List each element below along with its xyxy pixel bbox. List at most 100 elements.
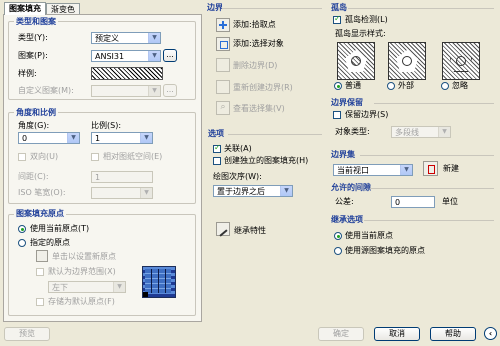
default-extent-label: 默认为边界范围(X)	[48, 267, 116, 276]
separate-hatches-label: 创建独立的图案填充(H)	[224, 156, 309, 165]
extent-position-value: 左下	[52, 283, 68, 292]
cancel-button[interactable]: 取消	[374, 327, 420, 341]
remove-boundaries-icon[interactable]	[216, 58, 230, 72]
boundary-divider	[222, 8, 322, 9]
scale-label: 比例(S):	[91, 121, 122, 130]
recreate-boundary-icon[interactable]	[216, 80, 230, 94]
new-boundary-set-label[interactable]: 新建	[443, 164, 459, 174]
angle-label: 角度(G):	[18, 121, 50, 130]
origin-preview-icon	[142, 266, 176, 298]
island-outer-radio[interactable]	[387, 82, 395, 90]
chevron-down-icon: ▼	[113, 282, 125, 292]
boundary-set-select[interactable]: 当前视口 ▼	[333, 164, 413, 176]
object-type-select[interactable]: 多段线 ▼	[391, 126, 451, 138]
pattern-label: 图案(P):	[18, 51, 48, 60]
draw-order-label: 绘图次序(W):	[213, 172, 262, 181]
boundary-title: 边界	[207, 3, 223, 12]
view-selections-icon[interactable]: ⌕	[216, 101, 230, 115]
separate-hatches-checkbox[interactable]	[213, 157, 221, 165]
specified-origin-radio[interactable]	[18, 239, 26, 247]
custom-pattern-select[interactable]: ▼	[91, 85, 161, 97]
chevron-down-icon: ▼	[67, 133, 79, 143]
island-outer-preview	[388, 42, 426, 80]
pattern-swatch[interactable]	[91, 67, 163, 80]
type-value: 预定义	[95, 34, 119, 43]
custom-browse-button[interactable]: ...	[163, 84, 177, 97]
origin-title: 图案填充原点	[14, 209, 66, 219]
extent-position-select[interactable]: 左下 ▼	[48, 281, 126, 293]
island-ignore-label: 忽略	[452, 81, 468, 90]
tolerance-label: 公差:	[335, 197, 354, 206]
collapse-icon[interactable]: ‹	[484, 327, 497, 340]
inherit-properties-icon[interactable]	[216, 222, 230, 237]
angle-scale-title: 角度和比例	[14, 108, 58, 118]
iso-pen-select[interactable]: ▼	[91, 187, 153, 199]
options-divider	[228, 134, 322, 135]
inherit-current-origin-radio[interactable]	[334, 232, 342, 240]
remove-boundaries-label[interactable]: 删除边界(D)	[233, 61, 277, 71]
associative-checkbox[interactable]	[213, 143, 221, 153]
spacing-input[interactable]: 1	[91, 171, 153, 183]
store-default-checkbox[interactable]	[36, 298, 44, 306]
type-select[interactable]: 预定义 ▼	[91, 32, 161, 44]
spacing-label: 间距(C):	[18, 172, 49, 181]
pattern-select[interactable]: ANSI31 ▼	[91, 50, 161, 62]
inherit-options-title: 继承选项	[331, 215, 363, 224]
island-normal-preview	[337, 42, 375, 80]
islands-divider	[348, 8, 494, 9]
boundary-set-title: 边界集	[331, 150, 355, 159]
double-checkbox[interactable]	[18, 153, 26, 161]
inherit-properties-label[interactable]: 继承特性	[234, 226, 266, 236]
retain-boundaries-checkbox[interactable]	[333, 111, 341, 119]
chevron-down-icon: ▼	[438, 127, 450, 137]
new-boundary-set-icon[interactable]	[423, 161, 438, 176]
view-selections-label[interactable]: 查看选择集(V)	[233, 104, 285, 114]
angle-select[interactable]: 0 ▼	[18, 132, 80, 144]
add-pick-points-label[interactable]: 添加:拾取点	[233, 20, 276, 30]
default-extent-checkbox[interactable]	[36, 268, 44, 276]
island-style-label: 孤岛显示样式:	[335, 29, 386, 38]
recreate-boundary-label[interactable]: 重新创建边界(R)	[233, 83, 293, 93]
tab-hatch[interactable]: 图案填充	[4, 2, 46, 15]
scale-select[interactable]: 1 ▼	[91, 132, 153, 144]
help-button[interactable]: 帮助	[430, 327, 476, 341]
preview-button[interactable]: 预览	[4, 327, 50, 341]
draw-order-value: 置于边界之后	[217, 187, 265, 196]
pattern-value: ANSI31	[95, 52, 125, 61]
chevron-down-icon: ▼	[400, 165, 412, 175]
island-detection-checkbox[interactable]	[333, 14, 341, 24]
gap-tolerance-title: 允许的间隙	[331, 183, 371, 192]
tolerance-input[interactable]: 0	[391, 196, 435, 208]
draw-order-select[interactable]: 置于边界之后 ▼	[213, 185, 293, 197]
retain-boundaries-label: 保留边界(S)	[345, 110, 389, 119]
island-ignore-preview	[442, 42, 480, 80]
pick-points-icon[interactable]	[216, 18, 230, 32]
chevron-down-icon: ▼	[148, 51, 160, 61]
angle-value: 0	[22, 134, 28, 143]
use-current-origin-radio[interactable]	[18, 225, 26, 233]
type-pattern-title: 类型和图案	[14, 17, 58, 27]
select-objects-icon[interactable]	[216, 37, 230, 51]
island-detection-label: 孤岛检测(L)	[345, 15, 388, 24]
island-normal-radio[interactable]	[334, 82, 342, 90]
store-default-label: 存储为默认原点(F)	[48, 297, 115, 306]
pattern-browse-button[interactable]: ...	[163, 49, 177, 62]
island-outer-label: 外部	[398, 81, 414, 90]
inherit-source-origin-radio[interactable]	[334, 247, 342, 255]
island-normal-label: 普通	[345, 81, 361, 90]
relative-paper-checkbox[interactable]	[91, 153, 99, 161]
inherit-current-origin-label: 使用当前原点	[345, 231, 393, 240]
click-set-origin-button[interactable]	[36, 250, 48, 262]
add-select-objects-label[interactable]: 添加:选择对象	[233, 39, 284, 49]
double-label: 双向(U)	[30, 152, 59, 161]
use-current-origin-label: 使用当前原点(T)	[30, 224, 90, 233]
island-ignore-radio[interactable]	[441, 82, 449, 90]
ok-button[interactable]: 确定	[318, 327, 364, 341]
options-title: 选项	[208, 129, 224, 138]
chevron-down-icon: ▼	[140, 188, 152, 198]
inherit-source-origin-label: 使用源图案填充的原点	[345, 246, 425, 255]
inherit-options-divider	[364, 220, 494, 221]
chevron-down-icon: ▼	[148, 33, 160, 43]
chevron-down-icon: ▼	[140, 133, 152, 143]
spacing-value: 1	[95, 173, 101, 182]
